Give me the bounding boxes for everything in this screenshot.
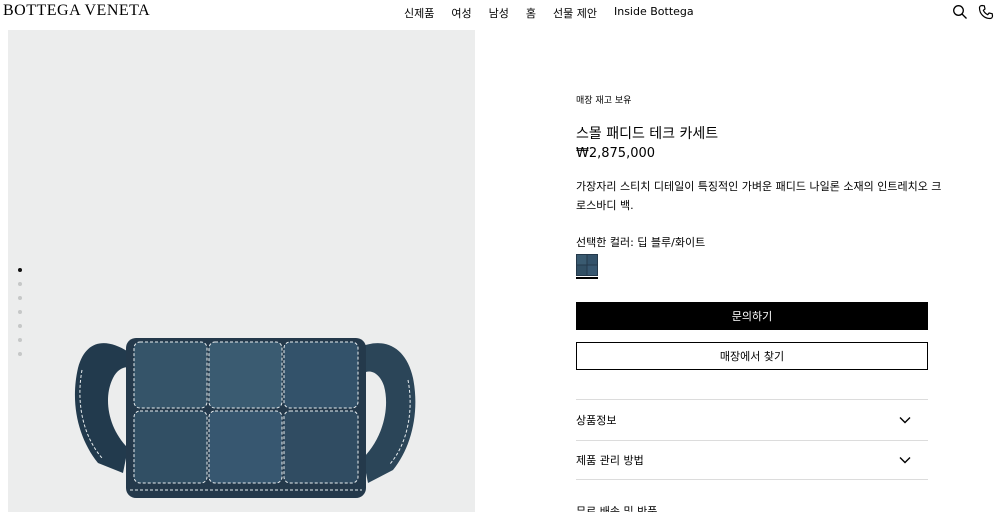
find-in-store-button[interactable]: 매장에서 찾기 [576, 342, 928, 370]
nav-item-new[interactable]: 신제품 [404, 5, 434, 21]
swatch-selected-indicator [576, 277, 598, 279]
inquire-button[interactable]: 문의하기 [576, 302, 928, 330]
product-title: 스몰 패디드 테크 카세트 [576, 126, 719, 142]
gallery-dot[interactable] [18, 338, 22, 342]
accordion-shipping-returns[interactable]: 무료 배송 및 반품 [576, 503, 657, 512]
gallery-dot[interactable] [18, 268, 22, 272]
product-price: ₩2,875,000 [576, 146, 656, 161]
search-icon[interactable] [952, 4, 968, 20]
chevron-down-icon [899, 457, 911, 464]
accordion-label: 상품정보 [576, 413, 617, 427]
main-nav: 신제품 여성 남성 홈 선물 제안 Inside Bottega [404, 5, 694, 21]
nav-item-men[interactable]: 남성 [489, 5, 509, 21]
accordion-product-info[interactable]: 상품정보 [576, 399, 928, 439]
phone-icon[interactable] [978, 4, 994, 20]
selected-color-label: 선택한 컬러: 딥 블루/화이트 [576, 236, 706, 249]
gallery-dot[interactable] [18, 352, 22, 356]
brand-logo[interactable]: BOTTEGA VENETA [3, 2, 150, 20]
gallery-dot[interactable] [18, 282, 22, 286]
nav-item-home[interactable]: 홈 [526, 5, 536, 21]
header-icons [952, 4, 994, 20]
nav-item-women[interactable]: 여성 [451, 5, 471, 21]
gallery-dot[interactable] [18, 310, 22, 314]
accordion-care-instructions[interactable]: 제품 관리 방법 [576, 440, 928, 480]
nav-item-gifts[interactable]: 선물 제안 [553, 5, 597, 21]
gallery-pagination [18, 268, 22, 356]
accordion-label: 제품 관리 방법 [576, 454, 644, 467]
product-description: 가장자리 스티치 디테일이 특징적인 가벼운 패디드 나일론 소재의 인트레치오… [576, 180, 942, 212]
gallery-dot[interactable] [18, 296, 22, 300]
chevron-down-icon [899, 416, 911, 423]
product-gallery[interactable] [8, 30, 475, 512]
site-header: BOTTEGA VENETA 신제품 여성 남성 홈 선물 제안 Inside … [0, 0, 1000, 28]
color-swatch[interactable] [576, 254, 598, 276]
gallery-dot[interactable] [18, 324, 22, 328]
product-image [74, 338, 416, 498]
nav-item-inside-bottega[interactable]: Inside Bottega [614, 5, 694, 21]
stock-status: 매장 재고 보유 [576, 96, 632, 106]
